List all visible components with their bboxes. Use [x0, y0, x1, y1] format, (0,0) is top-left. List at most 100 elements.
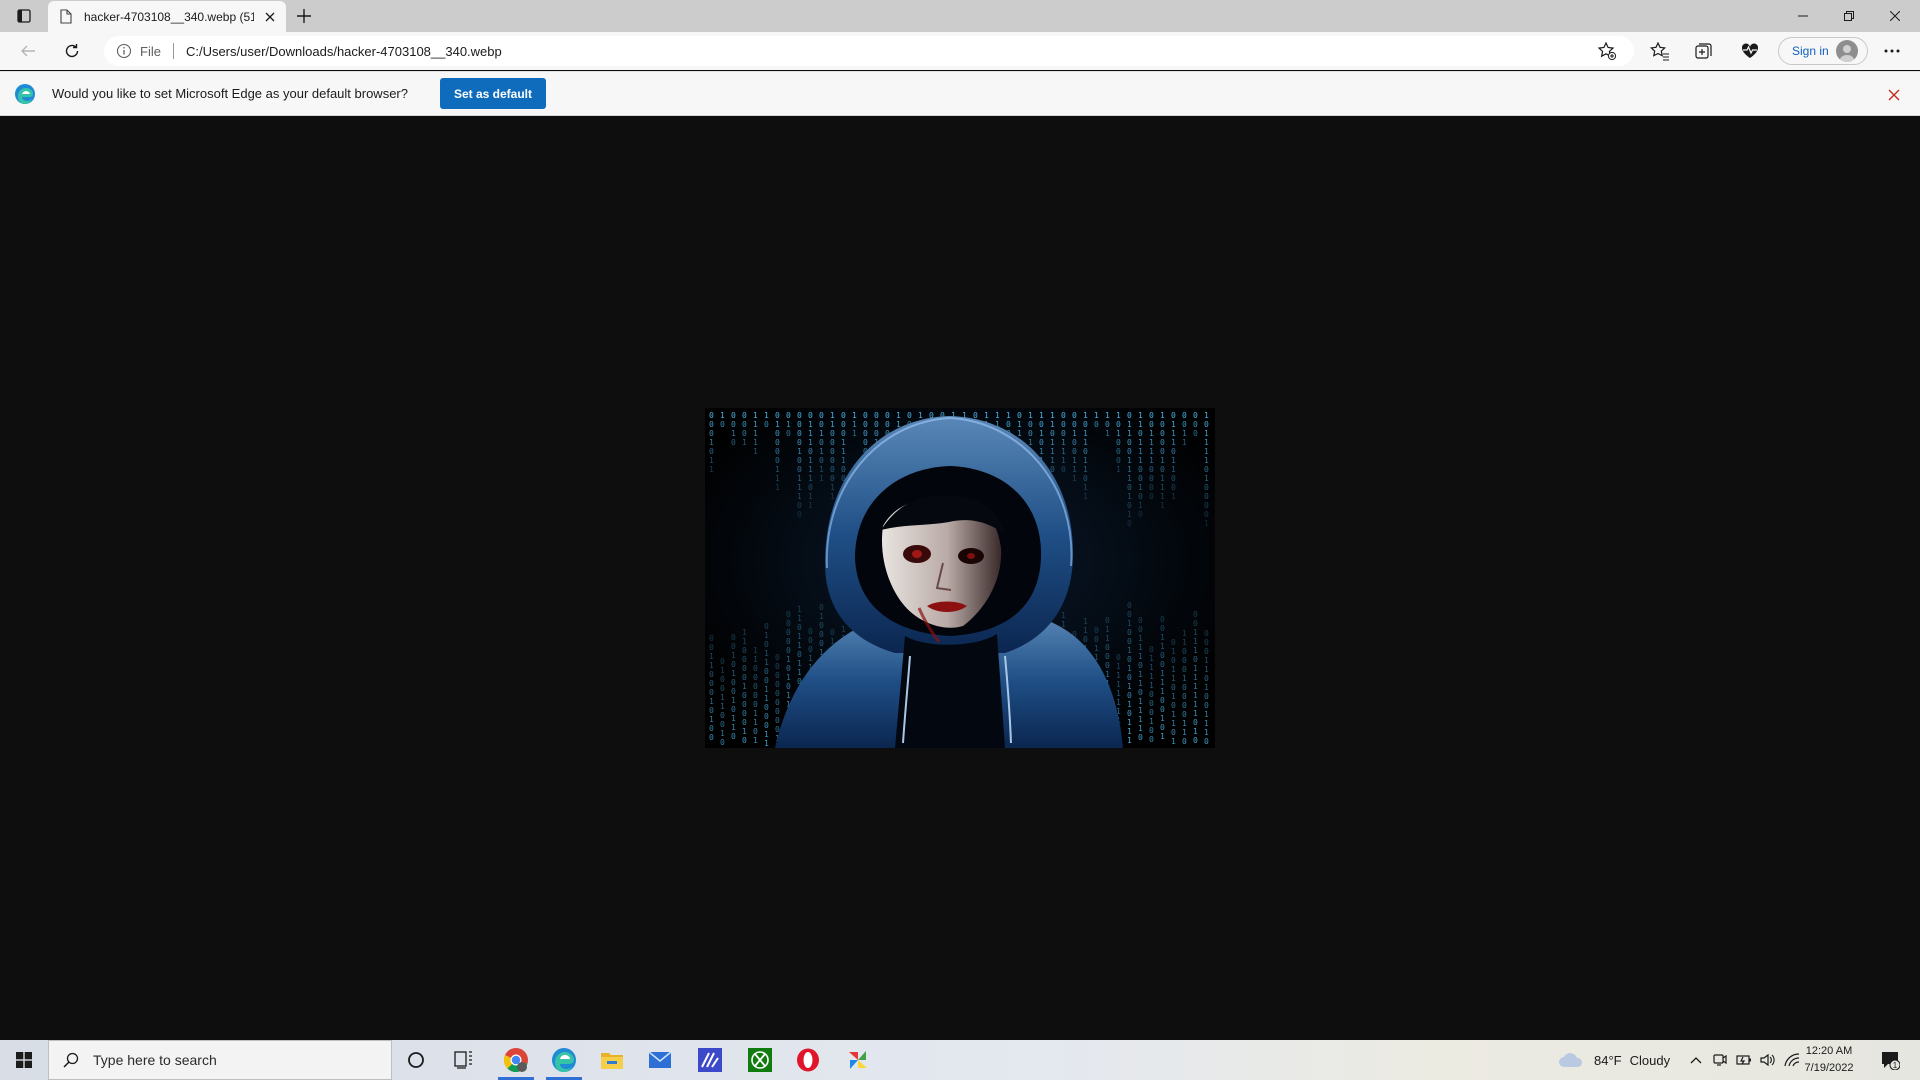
restore-button[interactable] — [1826, 0, 1872, 32]
svg-text:0: 0 — [1138, 616, 1143, 625]
clock-date: 7/19/2022 — [1804, 1062, 1854, 1074]
svg-text:1: 1 — [1083, 483, 1088, 492]
tab-close-button[interactable] — [260, 7, 280, 27]
minimize-button[interactable] — [1780, 0, 1826, 32]
svg-text:0: 0 — [1028, 429, 1033, 438]
svg-text:0: 0 — [1204, 701, 1209, 710]
taskbar-mail[interactable] — [636, 1040, 684, 1080]
svg-text:0: 0 — [1127, 709, 1132, 718]
wifi-icon[interactable] — [1782, 1053, 1802, 1067]
infobar-close-button[interactable] — [1882, 83, 1906, 107]
cortana-button[interactable] — [392, 1040, 440, 1080]
heart-pulse-icon — [1741, 43, 1759, 58]
svg-text:1: 1 — [1116, 429, 1121, 438]
taskbar-clock[interactable]: 12:20 AM 7/19/2022 — [1800, 1043, 1858, 1077]
svg-text:0: 0 — [808, 447, 813, 456]
favorites-button[interactable] — [1646, 38, 1674, 64]
taskbar-file-explorer[interactable] — [588, 1040, 636, 1080]
svg-text:1: 1 — [1171, 647, 1176, 656]
svg-text:0: 0 — [775, 698, 780, 707]
back-arrow-icon — [21, 45, 35, 57]
svg-text:0: 0 — [720, 711, 725, 720]
close-icon — [1890, 11, 1900, 21]
weather-widget[interactable]: 84°F Cloudy — [1558, 1040, 1670, 1080]
svg-text:0: 0 — [1105, 661, 1110, 670]
svg-text:1: 1 — [1149, 663, 1154, 672]
start-button[interactable] — [0, 1040, 48, 1080]
svg-text:0: 0 — [764, 667, 769, 676]
svg-text:1: 1 — [1083, 456, 1088, 465]
svg-text:0: 0 — [1149, 645, 1154, 654]
svg-text:1: 1 — [1204, 411, 1209, 420]
taskbar-opera[interactable] — [784, 1040, 832, 1080]
svg-text:1: 1 — [819, 429, 824, 438]
svg-text:0: 0 — [753, 700, 758, 709]
opera-icon — [797, 1048, 819, 1072]
url-text[interactable]: C:/Users/user/Downloads/hacker-4703108__… — [186, 44, 502, 59]
info-icon[interactable] — [116, 43, 132, 59]
tab-actions-button[interactable] — [8, 4, 40, 28]
add-favorite-button[interactable] — [1596, 40, 1618, 62]
svg-text:0: 0 — [1116, 420, 1121, 429]
taskbar-edge[interactable] — [540, 1040, 588, 1080]
taskbar-pinwheel-app[interactable] — [834, 1040, 882, 1080]
action-center-button[interactable]: 1 — [1876, 1046, 1904, 1074]
svg-text:1: 1 — [1149, 654, 1154, 663]
svg-text:1: 1 — [797, 614, 802, 623]
svg-text:1: 1 — [1017, 420, 1022, 429]
settings-and-more-button[interactable] — [1878, 37, 1906, 65]
svg-text:0: 0 — [709, 733, 714, 742]
svg-text:1: 1 — [1138, 724, 1143, 733]
notification-icon: 1 — [1882, 1052, 1900, 1070]
svg-text:1: 1 — [1204, 710, 1209, 719]
close-window-button[interactable] — [1872, 0, 1918, 32]
svg-text:0: 0 — [797, 411, 802, 420]
svg-text:0: 0 — [1204, 483, 1209, 492]
svg-text:1: 1 — [1160, 501, 1165, 510]
svg-text:1: 1 — [1138, 438, 1143, 447]
back-button[interactable] — [14, 37, 42, 65]
svg-text:0: 0 — [764, 676, 769, 685]
taskbar-xbox[interactable] — [736, 1040, 784, 1080]
sign-in-button[interactable]: Sign in — [1778, 37, 1868, 65]
refresh-button[interactable] — [58, 37, 86, 65]
svg-text:1: 1 — [918, 411, 923, 420]
svg-text:0: 0 — [1193, 718, 1198, 727]
show-hidden-icons-button[interactable] — [1686, 1056, 1706, 1064]
svg-text:0: 0 — [1127, 438, 1132, 447]
svg-text:1: 1 — [1204, 728, 1209, 737]
svg-text:0: 0 — [1138, 625, 1143, 634]
battery-icon[interactable] — [1734, 1054, 1754, 1066]
svg-text:0: 0 — [819, 456, 824, 465]
browser-tab[interactable]: hacker-4703108__340.webp (510 — [48, 1, 286, 32]
taskbar-pen-app[interactable] — [686, 1040, 734, 1080]
svg-text:1: 1 — [709, 715, 714, 724]
svg-text:0: 0 — [1160, 438, 1165, 447]
svg-text:0: 0 — [764, 712, 769, 721]
svg-text:0: 0 — [874, 411, 879, 420]
taskbar-search-box[interactable]: Type here to search — [48, 1040, 392, 1080]
collections-button[interactable] — [1690, 38, 1718, 64]
svg-text:1: 1 — [797, 659, 802, 668]
browser-essentials-button[interactable] — [1736, 38, 1764, 64]
scheme-label: File — [140, 43, 161, 59]
svg-text:1: 1 — [1160, 474, 1165, 483]
set-as-default-button[interactable]: Set as default — [440, 78, 546, 109]
svg-text:1: 1 — [808, 501, 813, 510]
svg-text:1: 1 — [1149, 456, 1154, 465]
svg-text:1: 1 — [797, 632, 802, 641]
address-bar[interactable]: File C:/Users/user/Downloads/hacker-4703… — [104, 36, 1634, 66]
svg-text:1: 1 — [753, 420, 758, 429]
svg-text:0: 0 — [764, 703, 769, 712]
meet-now-icon[interactable] — [1710, 1053, 1730, 1067]
new-tab-button[interactable] — [292, 4, 316, 28]
svg-text:1: 1 — [1193, 628, 1198, 637]
task-view-button[interactable] — [440, 1040, 488, 1080]
svg-text:1: 1 — [742, 628, 747, 637]
svg-text:1: 1 — [1127, 474, 1132, 483]
taskbar-chrome[interactable] — [492, 1040, 540, 1080]
svg-text:0: 0 — [1072, 438, 1077, 447]
volume-icon[interactable] — [1758, 1053, 1778, 1067]
svg-text:0: 0 — [742, 736, 747, 745]
svg-text:0: 0 — [1160, 615, 1165, 624]
